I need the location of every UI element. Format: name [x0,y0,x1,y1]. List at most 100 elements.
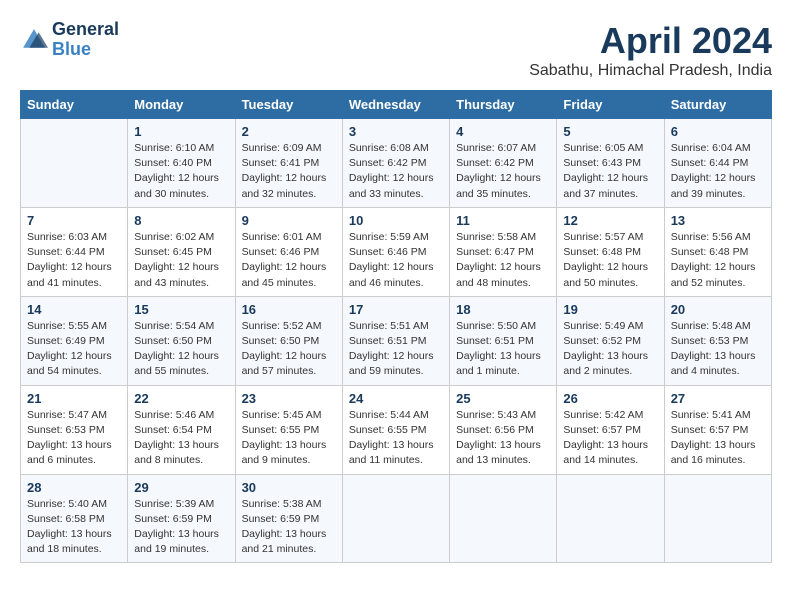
day-info: Sunrise: 5:42 AM Sunset: 6:57 PM Dayligh… [563,408,657,469]
table-row: 14Sunrise: 5:55 AM Sunset: 6:49 PM Dayli… [21,296,128,385]
day-number: 7 [27,213,121,228]
day-number: 28 [27,480,121,495]
calendar-week-5: 28 Sunrise: 5:40 AM Sunset: 6:58 PM Dayli… [21,474,772,563]
day-info: Sunrise: 5:38 AM Sunset: 6:59 PM Dayligh… [242,497,336,558]
table-row: 11 Sunrise: 5:58 AM Sunset: 6:47 PM Dayli… [450,207,557,296]
day-info: Sunrise: 5:39 AM Sunset: 6:59 PM Dayligh… [134,497,228,558]
day-info: Sunrise: 6:07 AM Sunset: 6:42 PM Dayligh… [456,141,550,202]
table-row: 27Sunrise: 5:41 AM Sunset: 6:57 PM Dayli… [664,385,771,474]
table-row: 9 Sunrise: 6:01 AM Sunset: 6:46 PM Daylig… [235,207,342,296]
table-row: 3 Sunrise: 6:08 AM Sunset: 6:42 PM Daylig… [342,119,449,208]
day-number: 2 [242,124,336,139]
table-row: 20 Sunrise: 5:48 AM Sunset: 6:53 PM Dayli… [664,296,771,385]
day-info: Sunrise: 5:50 AM Sunset: 6:51 PM Dayligh… [456,319,550,380]
table-row [557,474,664,563]
day-info: Sunrise: 5:49 AM Sunset: 6:52 PM Dayligh… [563,319,657,380]
day-number: 18 [456,302,550,317]
day-number: 29 [134,480,228,495]
table-row [450,474,557,563]
day-number: 12 [563,213,657,228]
day-number: 9 [242,213,336,228]
day-number: 8 [134,213,228,228]
table-row: 19 Sunrise: 5:49 AM Sunset: 6:52 PM Dayli… [557,296,664,385]
table-row: 29 Sunrise: 5:39 AM Sunset: 6:59 PM Dayli… [128,474,235,563]
logo-line1: General [52,20,119,40]
day-number: 3 [349,124,443,139]
col-tuesday: Tuesday [235,91,342,119]
table-row [21,119,128,208]
table-row: 30 Sunrise: 5:38 AM Sunset: 6:59 PM Dayli… [235,474,342,563]
day-info: Sunrise: 5:48 AM Sunset: 6:53 PM Dayligh… [671,319,765,380]
day-number: 11 [456,213,550,228]
table-row: 28 Sunrise: 5:40 AM Sunset: 6:58 PM Dayli… [21,474,128,563]
calendar-table: Sunday Monday Tuesday Wednesday Thursday… [20,90,772,563]
day-number: 19 [563,302,657,317]
day-number: 4 [456,124,550,139]
table-row [664,474,771,563]
col-thursday: Thursday [450,91,557,119]
col-sunday: Sunday [21,91,128,119]
day-number: 25 [456,391,550,406]
table-row: 5 Sunrise: 6:05 AM Sunset: 6:43 PM Daylig… [557,119,664,208]
day-number: 10 [349,213,443,228]
day-number: 5 [563,124,657,139]
day-number: 17 [349,302,443,317]
table-row: 8 Sunrise: 6:02 AM Sunset: 6:45 PM Daylig… [128,207,235,296]
day-info: Sunrise: 5:58 AM Sunset: 6:47 PM Dayligh… [456,230,550,291]
day-number: 23 [242,391,336,406]
table-row: 1 Sunrise: 6:10 AM Sunset: 6:40 PM Daylig… [128,119,235,208]
title-block: April 2024 Sabathu, Himachal Pradesh, In… [529,20,772,80]
table-row: 6 Sunrise: 6:04 AM Sunset: 6:44 PM Daylig… [664,119,771,208]
table-row: 2 Sunrise: 6:09 AM Sunset: 6:41 PM Daylig… [235,119,342,208]
logo-line2: Blue [52,40,119,60]
day-number: 20 [671,302,765,317]
col-saturday: Saturday [664,91,771,119]
day-info: Sunrise: 6:03 AM Sunset: 6:44 PM Dayligh… [27,230,121,291]
day-number: 1 [134,124,228,139]
col-monday: Monday [128,91,235,119]
month-title: April 2024 [529,20,772,62]
table-row: 4 Sunrise: 6:07 AM Sunset: 6:42 PM Daylig… [450,119,557,208]
day-info: Sunrise: 6:09 AM Sunset: 6:41 PM Dayligh… [242,141,336,202]
calendar-week-4: 21 Sunrise: 5:47 AM Sunset: 6:53 PM Dayli… [21,385,772,474]
calendar-week-2: 7 Sunrise: 6:03 AM Sunset: 6:44 PM Daylig… [21,207,772,296]
day-info: Sunrise: 5:47 AM Sunset: 6:53 PM Dayligh… [27,408,121,469]
day-info: Sunrise: 6:04 AM Sunset: 6:44 PM Dayligh… [671,141,765,202]
table-row: 23Sunrise: 5:45 AM Sunset: 6:55 PM Dayli… [235,385,342,474]
logo-text: General Blue [52,20,119,60]
day-info: Sunrise: 5:46 AM Sunset: 6:54 PM Dayligh… [134,408,228,469]
day-info: Sunrise: 5:51 AM Sunset: 6:51 PM Dayligh… [349,319,443,380]
day-number: 15 [134,302,228,317]
day-info: Sunrise: 6:10 AM Sunset: 6:40 PM Dayligh… [134,141,228,202]
table-row: 16 Sunrise: 5:52 AM Sunset: 6:50 PM Dayli… [235,296,342,385]
day-number: 21 [27,391,121,406]
table-row: 18 Sunrise: 5:50 AM Sunset: 6:51 PM Dayli… [450,296,557,385]
table-row: 21 Sunrise: 5:47 AM Sunset: 6:53 PM Dayli… [21,385,128,474]
day-info: Sunrise: 5:59 AM Sunset: 6:46 PM Dayligh… [349,230,443,291]
header-row: Sunday Monday Tuesday Wednesday Thursday… [21,91,772,119]
table-row: 17 Sunrise: 5:51 AM Sunset: 6:51 PM Dayli… [342,296,449,385]
day-number: 30 [242,480,336,495]
day-info: Sunrise: 6:05 AM Sunset: 6:43 PM Dayligh… [563,141,657,202]
table-row: 10 Sunrise: 5:59 AM Sunset: 6:46 PM Dayli… [342,207,449,296]
day-info: Sunrise: 5:40 AM Sunset: 6:58 PM Dayligh… [27,497,121,558]
calendar-week-3: 14Sunrise: 5:55 AM Sunset: 6:49 PM Dayli… [21,296,772,385]
table-row [342,474,449,563]
table-row: 15 Sunrise: 5:54 AM Sunset: 6:50 PM Dayli… [128,296,235,385]
day-number: 16 [242,302,336,317]
table-row: 26 Sunrise: 5:42 AM Sunset: 6:57 PM Dayli… [557,385,664,474]
day-info: Sunrise: 5:52 AM Sunset: 6:50 PM Dayligh… [242,319,336,380]
day-info: Sunrise: 5:54 AM Sunset: 6:50 PM Dayligh… [134,319,228,380]
day-info: Sunrise: 6:01 AM Sunset: 6:46 PM Dayligh… [242,230,336,291]
logo-icon [20,26,48,54]
col-wednesday: Wednesday [342,91,449,119]
day-number: 27 [671,391,765,406]
day-info: Sunrise: 6:02 AM Sunset: 6:45 PM Dayligh… [134,230,228,291]
day-info: Sunrise: 6:08 AM Sunset: 6:42 PM Dayligh… [349,141,443,202]
day-info: Sunrise: 5:44 AM Sunset: 6:55 PM Dayligh… [349,408,443,469]
table-row: 13Sunrise: 5:56 AM Sunset: 6:48 PM Dayli… [664,207,771,296]
day-number: 26 [563,391,657,406]
day-info: Sunrise: 5:43 AM Sunset: 6:56 PM Dayligh… [456,408,550,469]
day-number: 14 [27,302,121,317]
day-number: 6 [671,124,765,139]
